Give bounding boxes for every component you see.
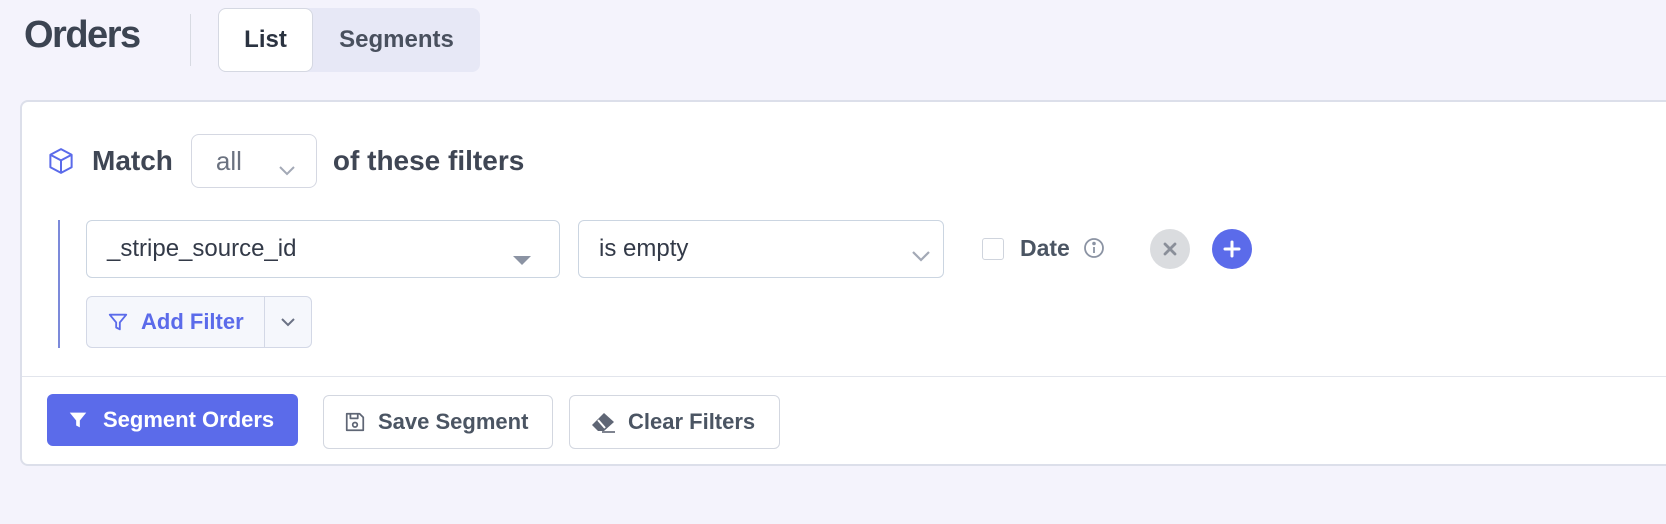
eraser-icon [590, 411, 616, 433]
remove-filter-button[interactable] [1150, 229, 1190, 269]
caret-down-icon [513, 245, 531, 273]
segment-orders-button[interactable]: Segment Orders [47, 394, 298, 446]
chevron-down-icon [278, 153, 296, 184]
add-filter-row-button[interactable] [1212, 229, 1252, 269]
save-segment-button[interactable]: Save Segment [323, 395, 553, 449]
tab-list[interactable]: List [218, 8, 313, 72]
page-title: Orders [24, 14, 141, 56]
clear-filters-button[interactable]: Clear Filters [569, 395, 780, 449]
chevron-down-icon [911, 243, 931, 271]
add-filter-dropdown-toggle[interactable] [265, 297, 311, 347]
filter-panel: Match all of these filters _stripe_sourc… [20, 100, 1666, 466]
plus-icon [1223, 240, 1241, 258]
filter-operator-value: is empty [599, 235, 689, 262]
filter-group: _stripe_source_id is empty Date Add Filt… [58, 220, 1252, 348]
floppy-disk-icon [344, 411, 366, 433]
add-filter-split-button: Add Filter [86, 296, 312, 348]
match-row: Match all of these filters [46, 134, 524, 188]
add-filter-button[interactable]: Add Filter [87, 297, 265, 347]
save-segment-label: Save Segment [378, 409, 529, 434]
filter-operator-select[interactable]: is empty [578, 220, 944, 278]
match-suffix: of these filters [332, 145, 525, 176]
filter-icon [107, 311, 129, 333]
match-label: Match [92, 145, 173, 176]
match-mode-value: all [215, 145, 242, 176]
tab-segments[interactable]: Segments [313, 8, 480, 72]
info-circle-icon[interactable] [1082, 236, 1106, 260]
date-checkbox[interactable] [982, 238, 1004, 260]
match-mode-select[interactable]: all [190, 134, 317, 188]
add-filter-label: Add Filter [141, 309, 244, 334]
title-divider [190, 14, 191, 66]
chevron-down-icon [280, 317, 296, 327]
clear-filters-label: Clear Filters [628, 409, 756, 434]
segment-orders-label: Segment Orders [103, 407, 275, 432]
filter-solid-icon [67, 409, 89, 431]
filter-field-select[interactable]: _stripe_source_id [86, 220, 560, 278]
filter-field-value: _stripe_source_id [107, 235, 297, 262]
x-icon [1163, 242, 1177, 256]
footer-divider [22, 376, 1666, 377]
date-label: Date [1020, 235, 1070, 261]
cube-icon [46, 146, 76, 176]
view-tabs: List Segments [218, 8, 480, 72]
